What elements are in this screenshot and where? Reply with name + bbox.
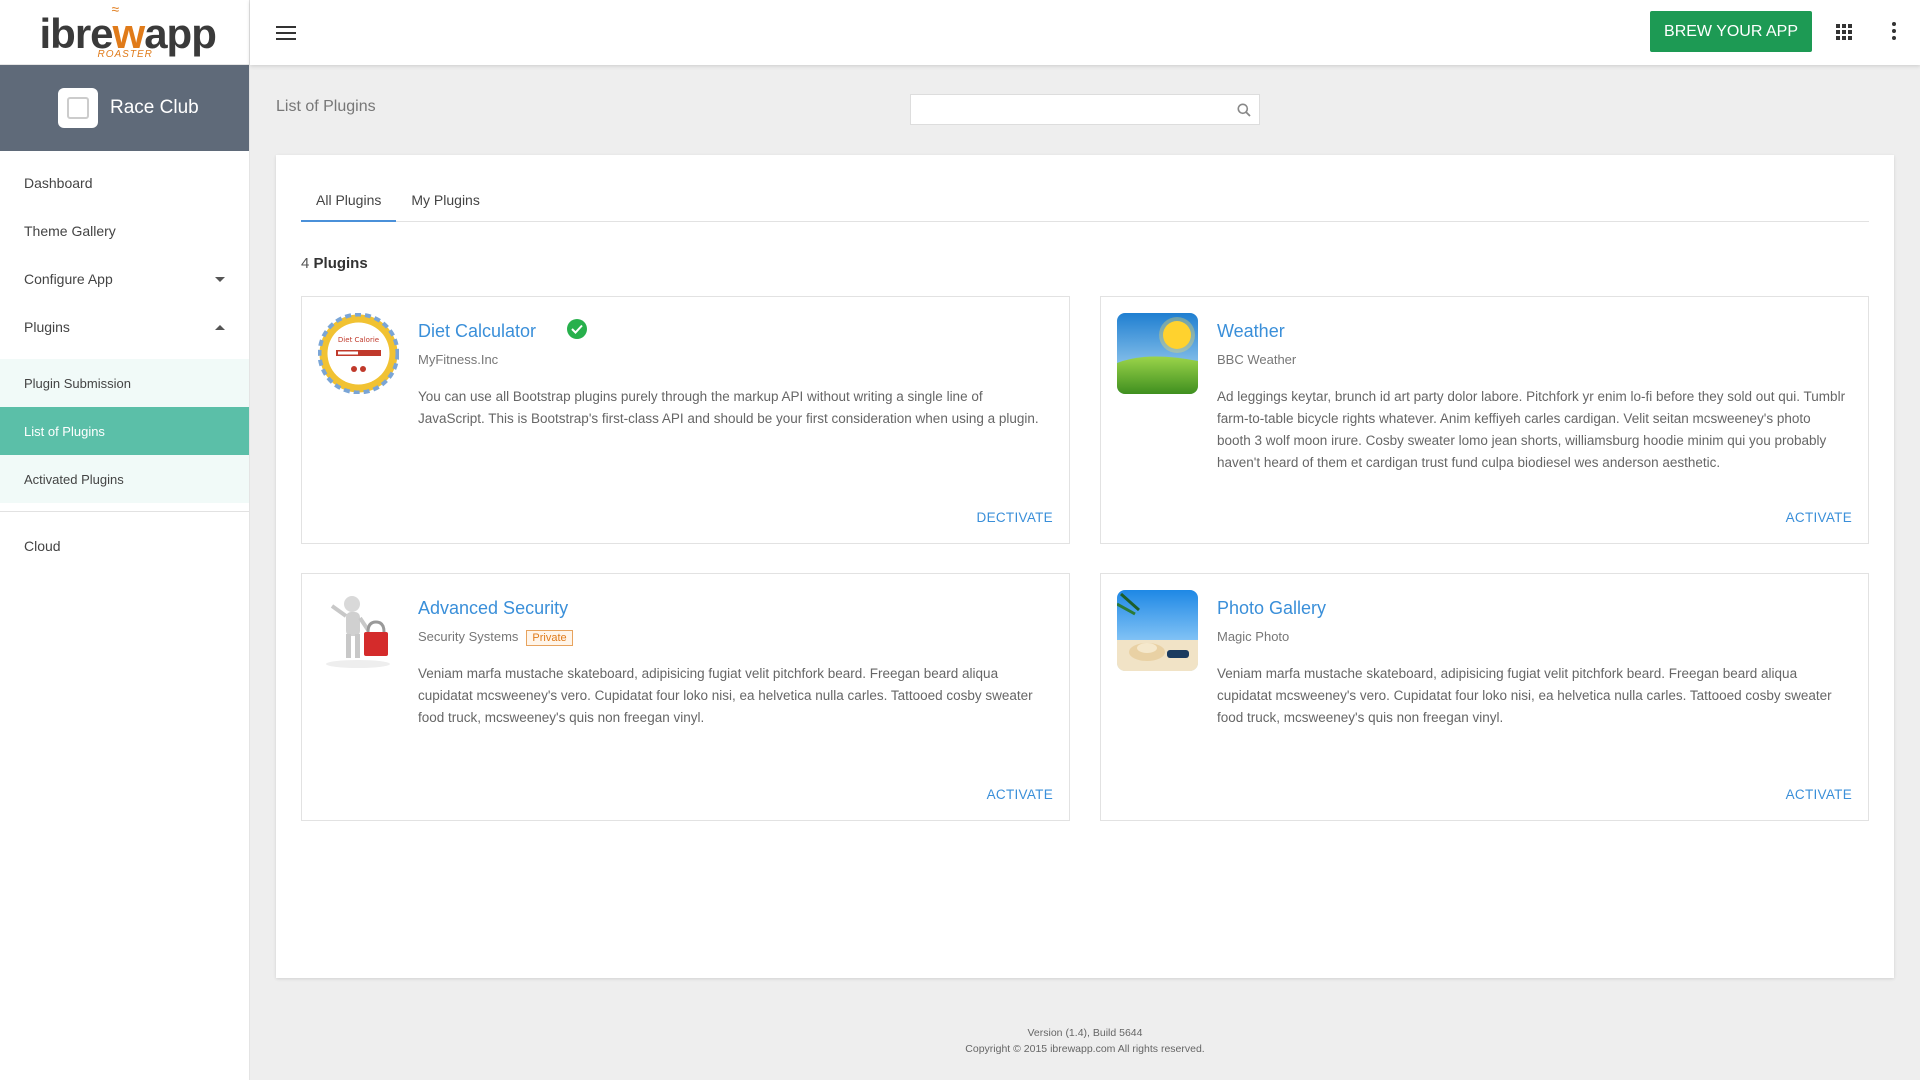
plugin-card-advanced-security: Advanced Security Security Systems Privat… [301, 573, 1070, 821]
plugin-title[interactable]: Diet Calculator [418, 321, 536, 342]
more-vert-icon[interactable] [1892, 22, 1896, 40]
sidebar-item-configure-app[interactable]: Configure App [0, 255, 249, 303]
plugin-card-weather: Weather BBC Weather Ad leggings keytar, … [1100, 296, 1869, 544]
tab-all-plugins[interactable]: All Plugins [301, 185, 397, 222]
logo-subtitle: ROASTER [97, 49, 153, 60]
plugin-description: Veniam marfa mustache skateboard, adipis… [1217, 666, 1832, 725]
plugin-thumbnail [318, 590, 399, 671]
version-text: Version (1.4), Build 5644 [1027, 1027, 1143, 1039]
private-badge: Private [526, 630, 573, 646]
caret-down-icon [215, 276, 225, 282]
sidebar-item-activated-plugins[interactable]: Activated Plugins [0, 455, 249, 503]
top-bar: BREW YOUR APP [250, 0, 1920, 65]
activate-button[interactable]: ACTIVATE [1786, 787, 1852, 802]
logo-area[interactable]: ≈ ibrewapp ROASTER [0, 0, 249, 65]
apps-grid-icon[interactable] [1836, 24, 1852, 40]
search-icon[interactable] [1229, 103, 1259, 117]
plugin-title[interactable]: Photo Gallery [1217, 598, 1326, 619]
plugin-title[interactable]: Weather [1217, 321, 1285, 342]
plugin-thumbnail: Diet Calorie [318, 313, 399, 394]
plugin-description: You can use all Bootstrap plugins purely… [418, 389, 1039, 426]
club-name: Race Club [110, 97, 199, 118]
plugin-tabs: All Plugins My Plugins [301, 185, 1869, 222]
footer: Version (1.4), Build 5644 Copyright © 20… [250, 1025, 1920, 1057]
plugin-vendor: Security Systems Private [418, 629, 573, 646]
plugins-subnav: Plugin Submission List of Plugins Activa… [0, 359, 249, 503]
sidebar-item-list-of-plugins[interactable]: List of Plugins [0, 407, 249, 455]
tab-my-plugins[interactable]: My Plugins [396, 185, 494, 222]
sidebar-item-plugins[interactable]: Plugins [0, 303, 249, 351]
sidebar-nav: Dashboard Theme Gallery Configure App Pl… [0, 151, 249, 351]
sidebar-divider [0, 511, 249, 512]
activate-button[interactable]: ACTIVATE [987, 787, 1053, 802]
sidebar-item-dashboard[interactable]: Dashboard [0, 159, 249, 207]
activate-button[interactable]: ACTIVATE [1786, 510, 1852, 525]
sidebar-item-theme-gallery[interactable]: Theme Gallery [0, 207, 249, 255]
hamburger-icon[interactable] [276, 25, 296, 40]
plugin-description: Ad leggings keytar, brunch id art party … [1217, 389, 1846, 470]
plugin-thumbnail [1117, 590, 1198, 671]
plugin-thumbnail [1117, 313, 1198, 394]
plugin-title[interactable]: Advanced Security [418, 598, 568, 619]
svg-text:Diet Calorie: Diet Calorie [338, 336, 379, 344]
page-title: List of Plugins [276, 98, 376, 115]
search-input[interactable] [911, 95, 1229, 124]
club-logo [58, 88, 98, 128]
copyright-text: Copyright © 2015 ibrewapp.com All rights… [965, 1043, 1205, 1055]
sidebar-item-cloud[interactable]: Cloud [0, 522, 249, 570]
plugin-vendor: BBC Weather [1217, 352, 1297, 367]
sidebar: ≈ ibrewapp ROASTER Race Club Dashboard T… [0, 0, 250, 1080]
plugin-description: Veniam marfa mustache skateboard, adipis… [418, 666, 1033, 725]
check-circle-icon [567, 319, 587, 339]
plugin-count: 4 Plugins [301, 255, 368, 272]
club-header[interactable]: Race Club [0, 65, 249, 151]
sidebar-item-plugin-submission[interactable]: Plugin Submission [0, 359, 249, 407]
brand-logo[interactable]: ≈ ibrewapp ROASTER [40, 1, 217, 60]
sidebar-nav-secondary: Cloud [0, 522, 249, 570]
plugin-card-photo-gallery: Photo Gallery Magic Photo Veniam marfa m… [1100, 573, 1869, 821]
plugins-panel: All Plugins My Plugins 4 Plugins Diet Ca… [276, 155, 1894, 978]
brew-your-app-button[interactable]: BREW YOUR APP [1650, 11, 1812, 52]
search-box [910, 94, 1260, 125]
plugin-vendor: MyFitness.Inc [418, 352, 499, 367]
plugin-vendor: Magic Photo [1217, 629, 1290, 644]
caret-up-icon [215, 324, 225, 330]
deactivate-button[interactable]: DECTIVATE [977, 510, 1053, 525]
plugin-card-diet-calculator: Diet Calorie Diet Calculator MyFitness.I… [301, 296, 1070, 544]
